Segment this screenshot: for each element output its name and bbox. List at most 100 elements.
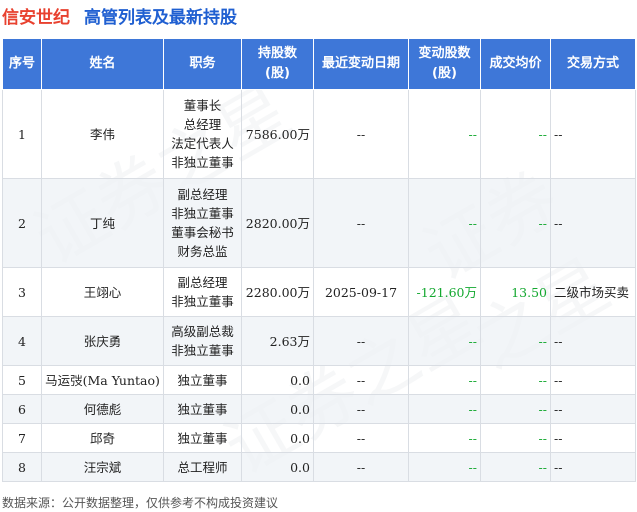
executive-roles: 总工程师	[163, 452, 242, 482]
trade-method: --	[550, 423, 636, 453]
avg-price: --	[480, 394, 551, 424]
row-number: 1	[2, 89, 42, 179]
role-line: 非独立董事	[171, 155, 234, 170]
shares-held: 2280.00万	[241, 267, 314, 317]
shares-change: --	[408, 89, 481, 179]
table-row: 7 邱奇 独立董事 0.0 -- -- -- --	[2, 423, 636, 453]
column-header: 最近变动日期	[313, 38, 409, 90]
trade-method: --	[550, 316, 636, 366]
avg-price: 13.50	[480, 267, 551, 317]
column-header: 持股数 (股)	[241, 38, 314, 90]
column-header: 姓名	[41, 38, 164, 90]
change-date: --	[313, 394, 409, 424]
table-row: 5 马运弢(Ma Yuntao) 独立董事 0.0 -- -- -- --	[2, 365, 636, 395]
column-header: 变动股数 (股)	[408, 38, 481, 90]
column-header: 职务	[163, 38, 242, 90]
shares-held: 0.0	[241, 423, 314, 453]
shares-held: 2820.00万	[241, 178, 314, 268]
avg-price: --	[480, 178, 551, 268]
avg-price: --	[480, 316, 551, 366]
executive-name: 张庆勇	[41, 316, 164, 366]
page-title: 高管列表及最新持股	[84, 7, 237, 28]
table-row: 1 李伟 董事长 总经理 法定代表人 非独立董事 7586.00万 -- -- -- --	[2, 89, 636, 179]
shares-held: 7586.00万	[241, 89, 314, 179]
row-number: 2	[2, 178, 42, 268]
table-row: 8 汪宗斌 总工程师 0.0 -- -- -- --	[2, 452, 636, 482]
trade-method: 二级市场买卖	[550, 267, 636, 317]
executive-name: 李伟	[41, 89, 164, 179]
shares-change: --	[408, 316, 481, 366]
column-header-line: (股)	[432, 66, 457, 81]
shares-change: -121.60万	[408, 267, 481, 317]
avg-price: --	[480, 365, 551, 395]
shares-change: --	[408, 423, 481, 453]
avg-price: --	[480, 423, 551, 453]
executive-roles: 副总经理 非独立董事	[163, 267, 242, 317]
shares-held: 0.0	[241, 365, 314, 395]
column-header-line: 变动股数	[418, 46, 471, 61]
change-date: --	[313, 316, 409, 366]
shares-held: 2.63万	[241, 316, 314, 366]
avg-price: --	[480, 452, 551, 482]
table-row: 4 张庆勇 高级副总裁 非独立董事 2.63万 -- -- -- --	[2, 316, 636, 366]
column-header: 交易方式	[550, 38, 636, 90]
trade-method: --	[550, 394, 636, 424]
role-line: 高级副总裁	[171, 324, 234, 339]
table-row: 2 丁纯 副总经理 非独立董事 董事会秘书 财务总监 2820.00万 -- -- -- --	[2, 178, 636, 268]
row-number: 5	[2, 365, 42, 395]
executive-roles: 独立董事	[163, 423, 242, 453]
role-line: 总经理	[183, 117, 222, 132]
row-number: 6	[2, 394, 42, 424]
executive-roles: 董事长总经理法定代表人非独立董事	[163, 89, 242, 179]
role-line: 非独立董事	[171, 343, 234, 358]
company-name: 信安世纪	[2, 7, 70, 28]
change-date: --	[313, 178, 409, 268]
avg-price: --	[480, 89, 551, 179]
role-line: 董事会秘书	[171, 225, 234, 240]
role-line: 法定代表人	[171, 136, 234, 151]
change-date: --	[313, 89, 409, 179]
role-line: 非独立董事	[171, 206, 234, 221]
shares-change: --	[408, 452, 481, 482]
row-number: 8	[2, 452, 42, 482]
column-header: 成交均价	[480, 38, 551, 90]
executive-roles: 独立董事	[163, 394, 242, 424]
role-line: 财务总监	[177, 244, 228, 259]
row-number: 3	[2, 267, 42, 317]
executive-name: 马运弢(Ma Yuntao)	[41, 365, 164, 395]
column-header-line: 持股数	[257, 46, 297, 61]
row-number: 7	[2, 423, 42, 453]
shares-held: 0.0	[241, 452, 314, 482]
trade-method: --	[550, 89, 636, 179]
role-line: 副总经理	[177, 275, 228, 290]
executives-table: 序号 姓名 职务 持股数 (股) 最近变动日期 变动股数 (股) 成交均价 交易方式…	[2, 38, 636, 482]
role-line: 独立董事	[177, 430, 228, 446]
trade-method: --	[550, 365, 636, 395]
column-header: 序号	[2, 38, 42, 90]
shares-held: 0.0	[241, 394, 314, 424]
executive-name: 丁纯	[41, 178, 164, 268]
executive-roles: 独立董事	[163, 365, 242, 395]
shares-change: --	[408, 394, 481, 424]
change-date: --	[313, 365, 409, 395]
executive-roles: 高级副总裁非独立董事	[163, 316, 242, 366]
source-note: 数据来源：公开数据整理，仅供参考不构成投资建议	[2, 496, 279, 510]
role-line: 副总经理	[177, 187, 228, 202]
executive-roles: 副总经理非独立董事董事会秘书财务总监	[163, 178, 242, 268]
change-date: --	[313, 423, 409, 453]
shares-change: --	[408, 365, 481, 395]
shares-change: --	[408, 178, 481, 268]
table-row: 6 何德彪 独立董事 0.0 -- -- -- --	[2, 394, 636, 424]
role-line: 非独立董事	[171, 294, 234, 309]
table-row: 3 王翊心 副总经理 非独立董事 2280.00万 2025-09-17 -121.60万 1…	[2, 267, 636, 317]
trade-method: --	[550, 178, 636, 268]
row-number: 4	[2, 316, 42, 366]
column-header-line: (股)	[265, 66, 290, 81]
change-date: 2025-09-17	[313, 267, 409, 317]
executive-name: 汪宗斌	[41, 452, 164, 482]
executive-name: 王翊心	[41, 267, 164, 317]
role-line: 独立董事	[177, 372, 228, 388]
role-line: 董事长	[183, 98, 222, 113]
table-header-row: 序号 姓名 职务 持股数 (股) 最近变动日期 变动股数 (股) 成交均价 交易方式	[2, 38, 636, 90]
executive-name: 邱奇	[41, 423, 164, 453]
